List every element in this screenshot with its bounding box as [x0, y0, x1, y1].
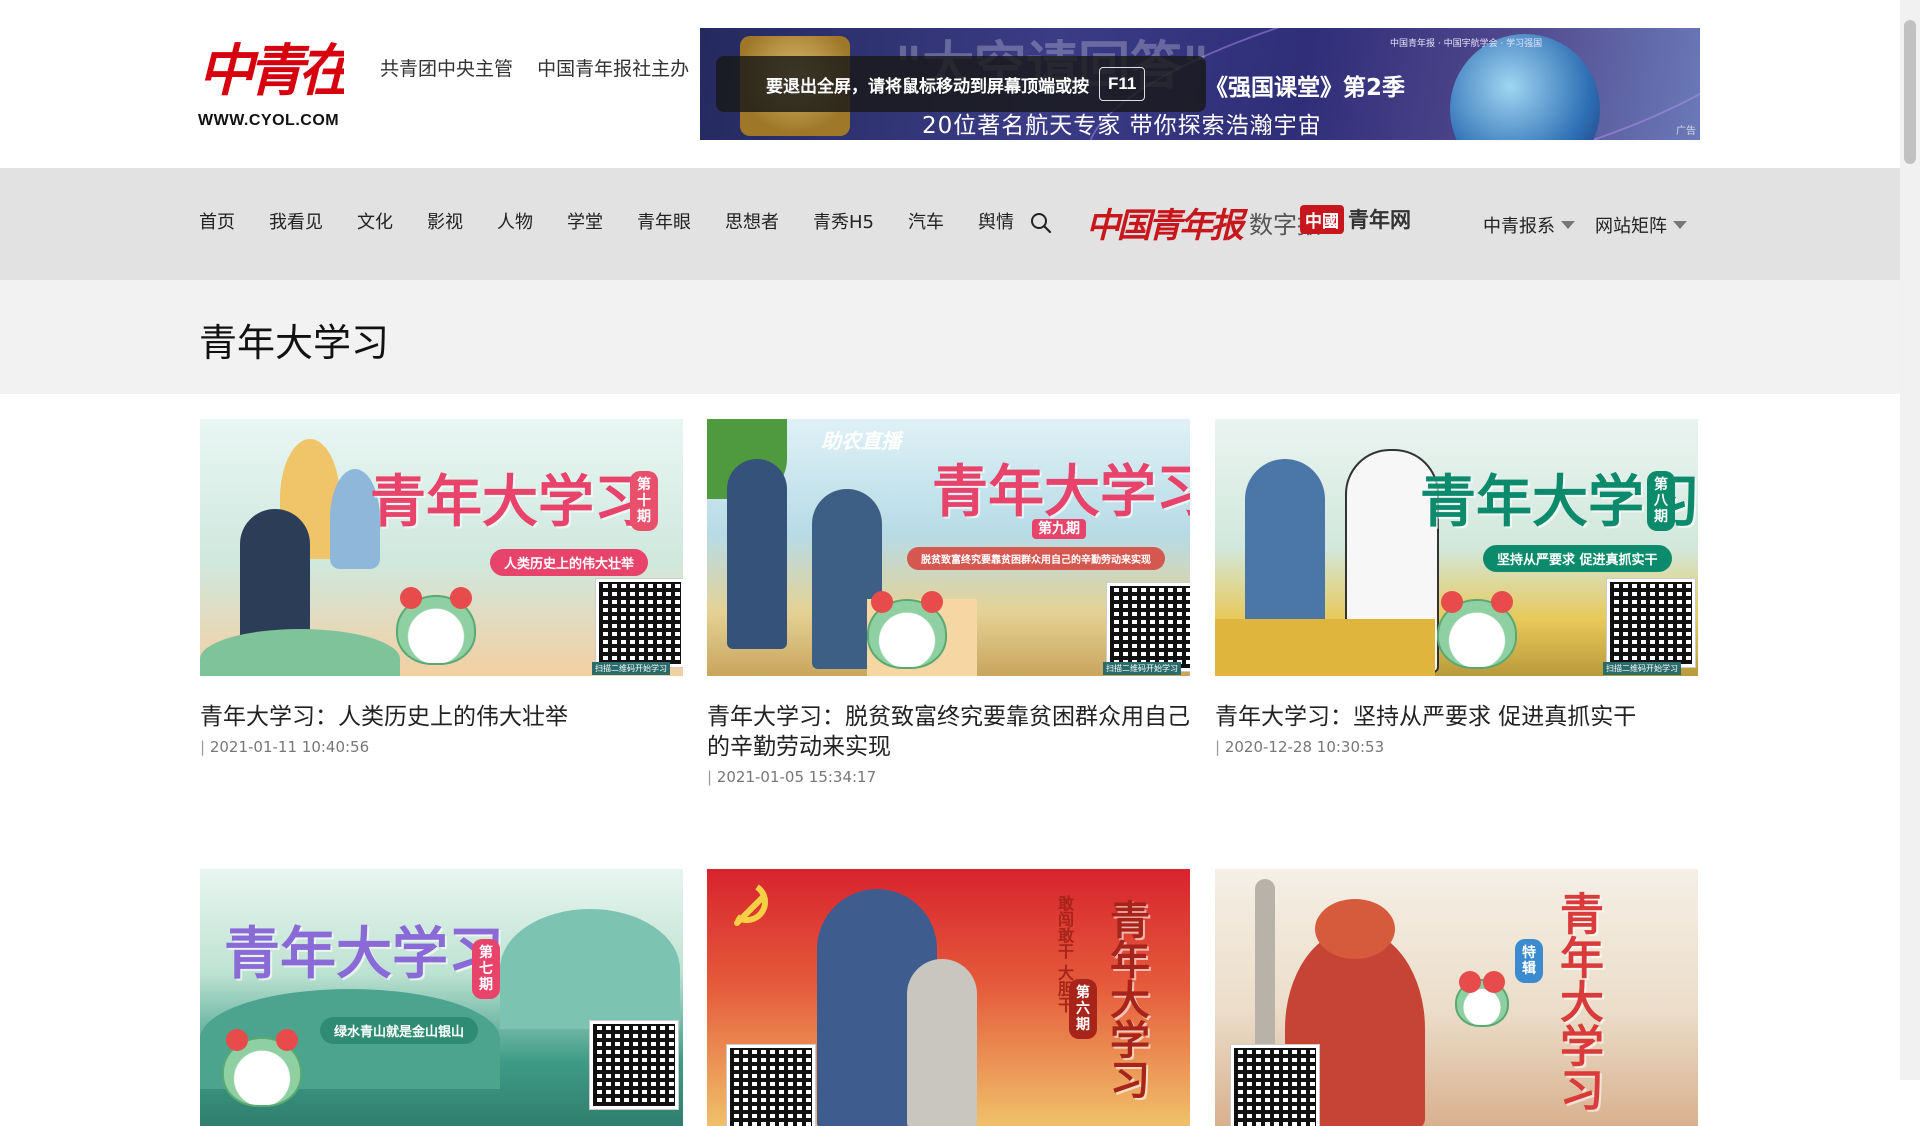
nav-item-i-see[interactable]: 我看见 — [269, 208, 323, 234]
newspaper-group-label: 中青报系 — [1483, 216, 1555, 237]
nav-item-youth-eye[interactable]: 青年眼 — [637, 208, 691, 234]
chevron-down-icon — [1561, 221, 1575, 229]
thumbnail-title: 青年大学习 — [1103, 899, 1150, 1099]
issue-badge: 第六期 — [1069, 979, 1097, 1039]
qr-code-icon — [1107, 583, 1190, 671]
organizer-info: 共青团中央主管 中国青年报社主办 — [380, 54, 707, 81]
nav-item-h5[interactable]: 青秀H5 — [813, 208, 874, 234]
article-card: 青年大学习 第十期 人类历史上的伟大壮举 扫描二维码开始学习 青年大学习：人类历… — [200, 419, 683, 756]
nav-item-home[interactable]: 首页 — [199, 208, 235, 234]
qr-code-icon — [1231, 1045, 1319, 1126]
article-date: 2020-12-28 10:30:53 — [1215, 738, 1698, 756]
farmer-illustration — [727, 459, 787, 649]
nav-item-school[interactable]: 学堂 — [567, 208, 603, 234]
china-youth-net-link[interactable]: 中國 青年网 — [1300, 204, 1411, 234]
article-card: 敢闯敢干 大胆干 青年大学习 第六期 — [707, 869, 1190, 1126]
site-matrix-dropdown[interactable]: 网站矩阵 — [1595, 212, 1687, 238]
issue-badge: 第七期 — [472, 939, 500, 999]
qr-caption: 扫描二维码开始学习 — [592, 662, 670, 675]
nav-menu: 首页 我看见 文化 影视 人物 学堂 青年眼 思想者 青秀H5 汽车 舆情 — [199, 208, 1048, 234]
thumbnail-title: 青年大学习 — [932, 459, 1190, 525]
article-thumbnail[interactable]: 青年大学习 第七期 绿水青山就是金山银山 — [200, 869, 683, 1126]
article-thumbnail[interactable]: 特辑 青年大学习 — [1215, 869, 1698, 1126]
ad-label: 广告 — [1676, 126, 1696, 137]
nav-item-culture[interactable]: 文化 — [357, 208, 393, 234]
china-youth-net-label: 青年网 — [1348, 207, 1411, 232]
organizer-supervisor: 共青团中央主管 — [380, 58, 514, 80]
f11-key: F11 — [1099, 67, 1146, 101]
china-youth-net-badge: 中國 — [1300, 204, 1344, 234]
qr-caption: 扫描二维码开始学习 — [1603, 662, 1681, 675]
fullscreen-tip-text: 要退出全屏，请将鼠标移动到屏幕顶端或按 — [766, 76, 1089, 97]
mascot-icon — [1437, 591, 1517, 669]
qr-code-icon — [727, 1045, 815, 1126]
article-title[interactable]: 青年大学习：坚持从严要求 促进真抓实干 — [1215, 702, 1698, 732]
mascot-icon — [396, 587, 476, 665]
issue-badge: 特辑 — [1515, 939, 1543, 983]
nav-item-film[interactable]: 影视 — [427, 208, 463, 234]
vertical-scrollbar[interactable] — [1900, 0, 1920, 1080]
logo-mark: 中青在线 — [198, 38, 344, 104]
main-nav: 首页 我看见 文化 影视 人物 学堂 青年眼 思想者 青秀H5 汽车 舆情 中国… — [0, 168, 1900, 280]
site-header: 中青在线 WWW.CYOL.COM 共青团中央主管 中国青年报社主办 "太空请回… — [0, 0, 1900, 168]
worker-illustration — [907, 959, 977, 1126]
article-thumbnail[interactable]: 敢闯敢干 大胆干 青年大学习 第六期 — [707, 869, 1190, 1126]
nav-dropdowns: 中青报系 网站矩阵 — [1483, 212, 1707, 238]
search-icon[interactable] — [1030, 212, 1052, 234]
thumbnail-subtitle: 绿水青山就是金山银山 — [320, 1017, 479, 1044]
article-card: 特辑 青年大学习 — [1215, 869, 1698, 1126]
article-thumbnail[interactable]: 助农直播 青年大学习 第九期 脱贫致富终究要靠贫困群众用自己的辛勤劳动来实现 扫… — [707, 419, 1190, 676]
mascot-icon — [867, 591, 947, 669]
nav-item-opinion[interactable]: 舆情 — [978, 208, 1014, 234]
article-card: 青年大学习 第八期 坚持从严要求 促进真抓实干 扫描二维码开始学习 青年大学习：… — [1215, 419, 1698, 756]
digital-newspaper-logo: 中国青年报 — [1086, 206, 1244, 246]
thumbnail-title: 青年大学习 — [370, 469, 650, 535]
article-thumbnail[interactable]: 青年大学习 第八期 坚持从严要求 促进真抓实干 扫描二维码开始学习 — [1215, 419, 1698, 676]
qr-code-icon — [1607, 579, 1695, 667]
hammer-sickle-icon — [734, 884, 768, 926]
digital-newspaper-link[interactable]: 中国青年报 数字报 — [1086, 198, 1321, 247]
wheat-field-graphic — [1215, 619, 1435, 676]
thumbnail-title: 青年大学习 — [224, 921, 504, 987]
nav-item-people[interactable]: 人物 — [497, 208, 533, 234]
issue-badge: 第八期 — [1647, 471, 1675, 531]
qr-code-icon — [596, 579, 683, 667]
mascot-icon — [222, 1029, 302, 1107]
flower-illustration — [1315, 899, 1395, 959]
article-thumbnail[interactable]: 青年大学习 第十期 人类历史上的伟大壮举 扫描二维码开始学习 — [200, 419, 683, 676]
thumbnail-subtitle: 坚持从严要求 促进真抓实干 — [1483, 545, 1672, 572]
page-title-band: 青年大学习 — [0, 280, 1900, 394]
chevron-down-icon — [1673, 221, 1687, 229]
qr-caption: 扫描二维码开始学习 — [1103, 662, 1181, 675]
article-title[interactable]: 青年大学习：人类历史上的伟大壮举 — [200, 702, 683, 732]
logo-url: WWW.CYOL.COM — [198, 112, 340, 129]
thumbnail-title: 青年大学习 — [1552, 891, 1603, 1111]
organizer-host: 中国青年报社主办 — [537, 58, 690, 80]
nav-item-auto[interactable]: 汽车 — [908, 208, 944, 234]
site-logo[interactable]: 中青在线 WWW.CYOL.COM — [198, 32, 348, 138]
article-date: 2021-01-11 10:40:56 — [200, 738, 683, 756]
banner-sponsors: 中国青年报 · 中国宇航学会 · 学习强国 — [1390, 39, 1543, 49]
article-title[interactable]: 青年大学习：脱贫致富终究要靠贫困群众用自己的辛勤劳动来实现 — [707, 702, 1190, 762]
newspaper-group-dropdown[interactable]: 中青报系 — [1483, 212, 1575, 238]
page-title: 青年大学习 — [199, 321, 390, 365]
thumbnail-subtitle: 脱贫致富终究要靠贫困群众用自己的辛勤劳动来实现 — [907, 547, 1165, 570]
banner-subtitle: 《强国课堂》第2季 — [1205, 75, 1406, 101]
article-date: 2021-01-05 15:34:17 — [707, 768, 1190, 786]
thumbnail-subtitle: 人类历史上的伟大壮举 — [490, 549, 649, 576]
fullscreen-tip: 要退出全屏，请将鼠标移动到屏幕顶端或按 F11 — [716, 56, 1206, 112]
qr-code-icon — [590, 1021, 678, 1109]
thumbnail-tag: 助农直播 — [821, 429, 901, 453]
mascot-icon — [1455, 971, 1509, 1027]
article-card: 助农直播 青年大学习 第九期 脱贫致富终究要靠贫困群众用自己的辛勤劳动来实现 扫… — [707, 419, 1190, 786]
article-card: 青年大学习 第七期 绿水青山就是金山银山 — [200, 869, 683, 1126]
mountain-graphic — [500, 909, 680, 1029]
issue-badge: 第十期 — [630, 471, 658, 531]
nav-item-thinker[interactable]: 思想者 — [725, 208, 779, 234]
site-matrix-label: 网站矩阵 — [1595, 216, 1667, 237]
issue-badge: 第九期 — [1032, 519, 1086, 539]
hill-graphic — [200, 629, 400, 676]
scrollbar-thumb[interactable] — [1904, 20, 1916, 164]
